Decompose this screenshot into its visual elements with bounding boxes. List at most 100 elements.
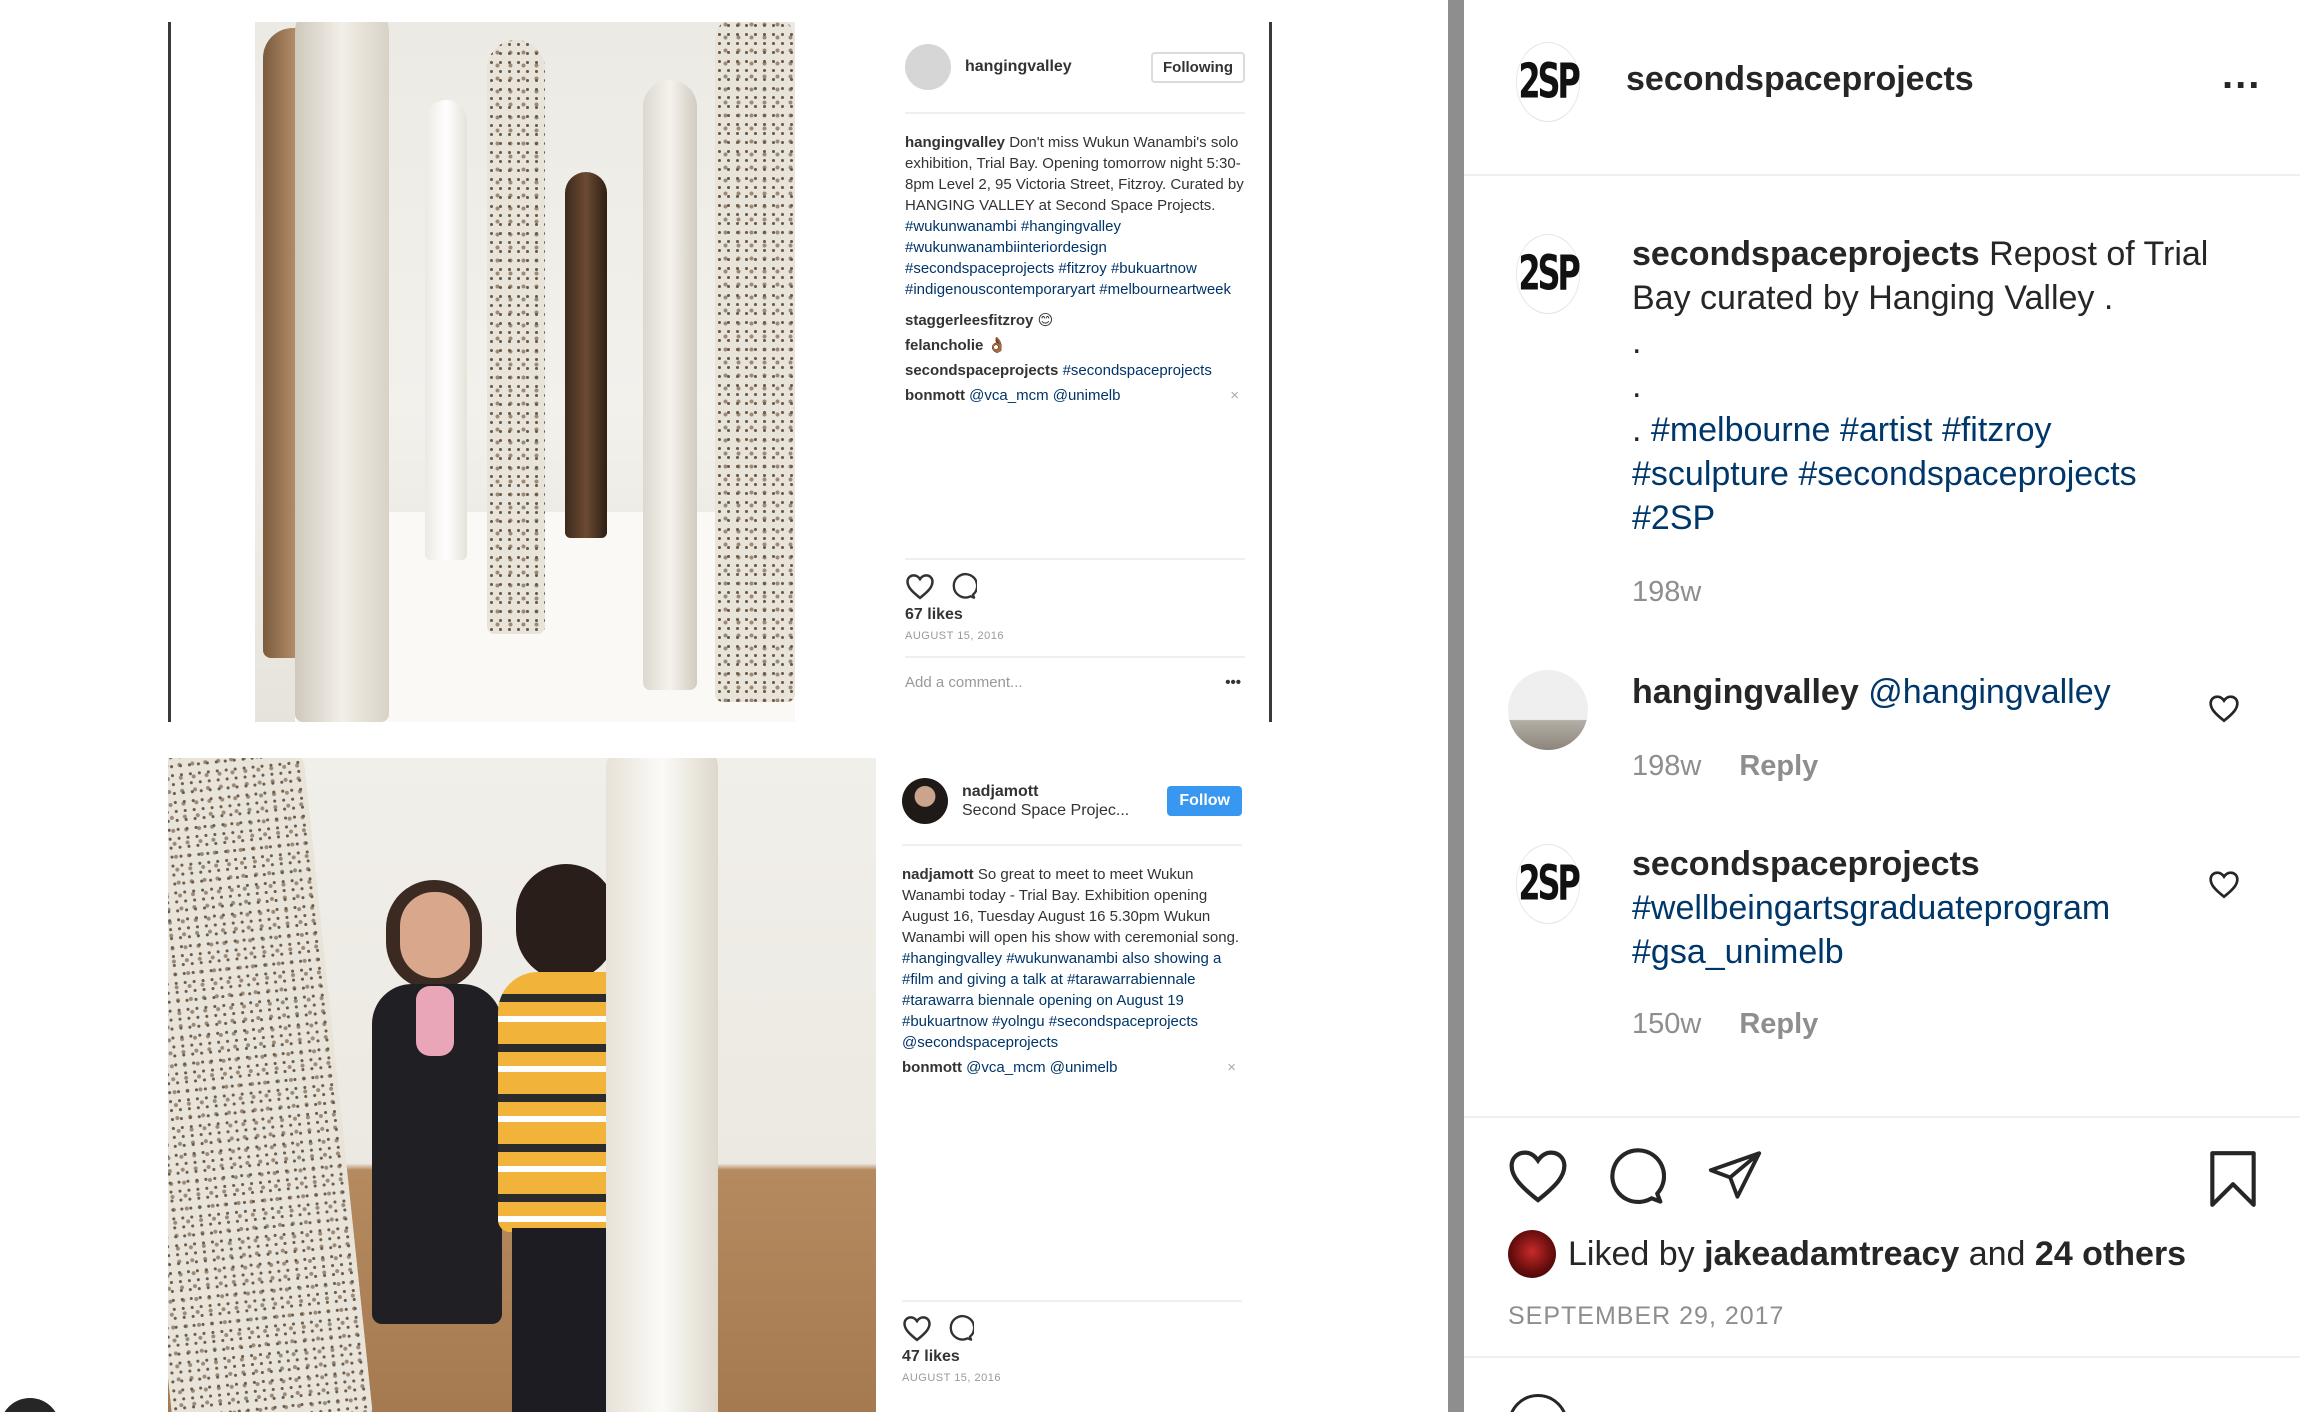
liked-by-and: and xyxy=(1968,1234,2026,1273)
add-comment-section xyxy=(1464,1356,2300,1412)
liker-avatar[interactable] xyxy=(1508,1230,1556,1278)
avatar[interactable] xyxy=(905,44,951,90)
caption-avatar-logo[interactable]: 2SP xyxy=(1516,234,1581,314)
comment-text[interactable]: @hangingvalley xyxy=(1868,673,2110,711)
reply-button[interactable]: Reply xyxy=(1739,750,1818,783)
heart-icon[interactable] xyxy=(902,1314,932,1342)
avatar[interactable] xyxy=(902,778,948,824)
artist-photo xyxy=(168,758,876,1412)
like-comment-heart-icon[interactable] xyxy=(2208,868,2240,900)
sculpture-pole xyxy=(168,758,373,1412)
comment: secondspaceprojects #secondspaceprojects xyxy=(905,360,1245,381)
comment-username[interactable]: bonmott xyxy=(905,387,965,404)
post-media-image[interactable]: hangingvalley Following hangingvalley Do… xyxy=(0,0,1448,1412)
add-comment-placeholder: Add a comment... xyxy=(905,674,1023,691)
caption-dot: . xyxy=(1632,367,1642,405)
post-actions: Liked by jakeadamtreacy and 24 others SE… xyxy=(1464,1116,2300,1356)
caption-hashtags-line3[interactable]: #2SP xyxy=(1632,499,1715,537)
post-caption: nadjamott So great to meet to meet Wukun… xyxy=(902,864,1242,1053)
person-face xyxy=(400,892,470,978)
following-button[interactable]: Following xyxy=(1151,51,1245,83)
reply-button[interactable]: Reply xyxy=(1739,1008,1818,1041)
likes-count[interactable]: 47 likes xyxy=(902,1348,1242,1366)
follow-button[interactable]: Follow xyxy=(1167,786,1242,816)
comment-age[interactable]: 198w xyxy=(1632,750,1701,783)
reposted-post-1: hangingvalley Following hangingvalley Do… xyxy=(168,22,1272,722)
sculpture-pole xyxy=(565,172,607,538)
post-header: nadjamott Second Space Projec... Follow xyxy=(902,758,1242,846)
liked-by-others[interactable]: 24 others xyxy=(2035,1235,2186,1274)
liked-by-summary: Liked by jakeadamtreacy and 24 others xyxy=(1508,1230,2186,1278)
profile-avatar-logo[interactable]: 2SP xyxy=(1516,42,1581,122)
post-username[interactable]: nadjamott xyxy=(962,782,1129,802)
sculpture-pole xyxy=(295,22,389,722)
emoji-icon[interactable] xyxy=(1508,1394,1568,1412)
save-bookmark-icon[interactable] xyxy=(2206,1148,2260,1210)
comment-text: 👌🏾 xyxy=(987,337,1007,354)
post-header: 2SP secondspaceprojects ... xyxy=(1464,0,2300,176)
comment-username[interactable]: hangingvalley xyxy=(1632,673,1859,711)
liked-by-prefix: Liked by xyxy=(1568,1234,1695,1273)
reposted-post-2-panel: nadjamott Second Space Projec... Follow … xyxy=(902,758,1242,1412)
comment-icon[interactable] xyxy=(946,1314,974,1342)
comment-username[interactable]: staggerleesfitzroy xyxy=(905,312,1033,329)
sculpture-pole xyxy=(715,22,795,702)
sculpture-pole xyxy=(643,80,697,690)
comment: bonmott @vca_mcm @unimelb × xyxy=(902,1057,1242,1078)
close-icon[interactable]: × xyxy=(1230,385,1239,406)
heart-icon[interactable] xyxy=(905,572,935,600)
caption-hashtags[interactable]: #hangingvalley #wukunwanambi also showin… xyxy=(902,950,1221,1051)
post-location[interactable]: Second Space Projec... xyxy=(962,802,1129,820)
commenter-avatar-logo[interactable]: 2SP xyxy=(1516,844,1581,924)
comment-username[interactable]: secondspaceprojects xyxy=(1632,845,1980,883)
comment-username[interactable]: bonmott xyxy=(902,1059,962,1076)
liker-username[interactable]: jakeadamtreacy xyxy=(1704,1235,1959,1274)
comment-text: 😊 xyxy=(1037,312,1054,329)
comment: bonmott @vca_mcm @unimelb × xyxy=(905,385,1245,406)
caption-username[interactable]: secondspaceprojects xyxy=(1632,235,1980,273)
add-comment-input[interactable]: Add a comment... ••• xyxy=(905,656,1245,691)
commenter-avatar[interactable] xyxy=(1508,670,1588,750)
post-date: AUGUST 15, 2016 xyxy=(902,1372,1002,1384)
comment-icon[interactable] xyxy=(949,572,977,600)
comment-age[interactable]: 150w xyxy=(1632,1008,1701,1041)
comment-text-line1[interactable]: #wellbeingartsgraduateprogram xyxy=(1632,889,2110,927)
like-heart-icon[interactable] xyxy=(1506,1146,1570,1204)
caption-dot: . xyxy=(1632,323,1642,361)
caption-hashtags-line1[interactable]: #melbourne #artist #fitzroy xyxy=(1651,411,2052,449)
comment-username[interactable]: felancholie xyxy=(905,337,983,354)
person-head xyxy=(516,864,616,980)
comment: felancholie 👌🏾 xyxy=(905,335,1245,356)
caption-hashtags-line2[interactable]: #sculpture #secondspaceprojects xyxy=(1632,455,2137,493)
post-footer: 67 likes AUGUST 15, 2016 Add a comment..… xyxy=(905,558,1245,691)
post-header: hangingvalley Following xyxy=(905,22,1245,114)
post-footer: 47 likes AUGUST 15, 2016 xyxy=(902,1300,1242,1384)
comment: staggerleesfitzroy 😊 xyxy=(905,310,1245,331)
comment-text[interactable]: @vca_mcm @unimelb xyxy=(966,1059,1117,1076)
comment-bubble-icon[interactable] xyxy=(1604,1144,1666,1206)
caption-username[interactable]: hangingvalley xyxy=(905,134,1005,151)
post-sidebar: 2SP secondspaceprojects ... 2SP secondsp… xyxy=(1464,0,2300,1412)
comment-text[interactable]: #secondspaceprojects xyxy=(1063,362,1212,379)
post-username[interactable]: hangingvalley xyxy=(965,57,1072,77)
more-options-icon[interactable]: ... xyxy=(2222,55,2261,95)
close-icon[interactable]: × xyxy=(1227,1057,1236,1078)
reposted-post-1-panel: hangingvalley Following hangingvalley Do… xyxy=(905,22,1245,722)
more-options-icon[interactable]: ••• xyxy=(1225,674,1241,691)
post-username[interactable]: secondspaceprojects xyxy=(1626,60,1974,99)
comment-username[interactable]: secondspaceprojects xyxy=(905,362,1058,379)
caption-age[interactable]: 198w xyxy=(1632,576,1701,609)
caption-username[interactable]: nadjamott xyxy=(902,866,974,883)
sculpture-photo-1 xyxy=(255,22,795,722)
reposted-post-2: nadjamott Second Space Projec... Follow … xyxy=(168,758,1272,1412)
sculpture-pole xyxy=(606,758,718,1412)
like-comment-heart-icon[interactable] xyxy=(2208,692,2240,724)
caption-hashtags[interactable]: #wukunwanambi #hangingvalley #wukunwanam… xyxy=(905,218,1231,298)
comment-text-line2[interactable]: #gsa_unimelb xyxy=(1632,933,1844,971)
caption-dot: . xyxy=(1632,411,1642,449)
share-paper-plane-icon[interactable] xyxy=(1704,1146,1766,1204)
post-date[interactable]: SEPTEMBER 29, 2017 xyxy=(1508,1302,1784,1331)
sculpture-pole xyxy=(487,40,545,634)
comment-text[interactable]: @vca_mcm @unimelb xyxy=(969,387,1120,404)
likes-count[interactable]: 67 likes xyxy=(905,606,1245,624)
